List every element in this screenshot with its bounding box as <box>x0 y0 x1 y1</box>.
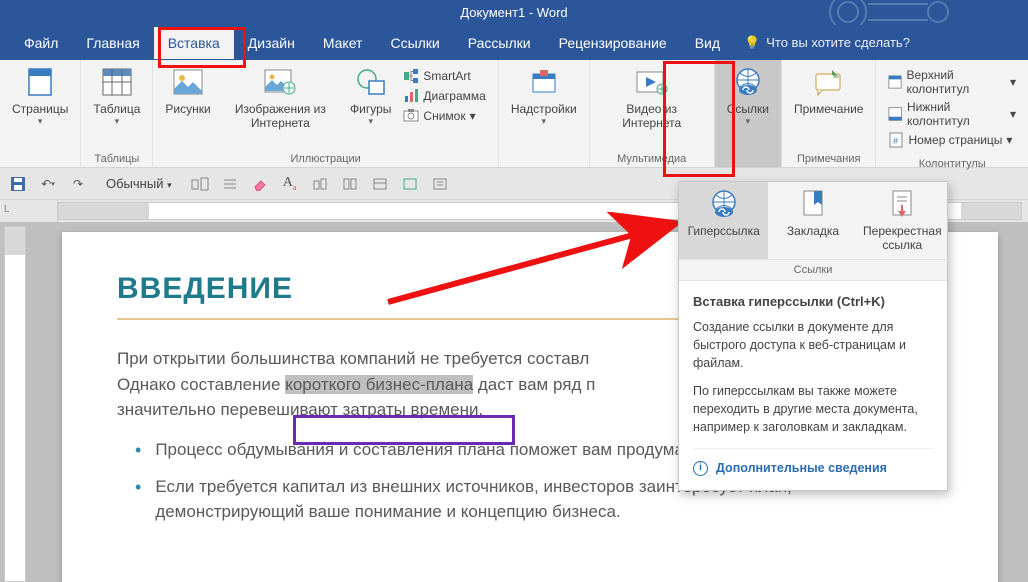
qat-btn-7[interactable] <box>430 174 450 194</box>
links-dropdown: Гиперссылка Закладка Перекрестная ссылка… <box>678 181 948 491</box>
bookmark-button[interactable]: Закладка <box>768 182 857 259</box>
more-info-link[interactable]: i Дополнительные сведения <box>693 448 933 477</box>
tooltip: Вставка гиперссылки (Ctrl+K) Создание сс… <box>679 281 947 490</box>
redo-button[interactable]: ↷ <box>68 174 88 194</box>
links-group-label: Ссылки <box>679 260 947 281</box>
bulb-icon: 💡 <box>744 35 760 51</box>
qat-btn-5[interactable] <box>370 174 390 194</box>
chevron-down-icon: ▾ <box>470 109 476 123</box>
qat-btn-4[interactable] <box>340 174 360 194</box>
group-tables: Таблица ▾ Таблицы <box>81 60 153 167</box>
globe-link-icon <box>732 66 764 98</box>
online-pictures-button[interactable]: Изображения из Интернета <box>217 62 344 135</box>
pictures-button[interactable]: Рисунки <box>159 62 216 120</box>
table-button[interactable]: Таблица ▾ <box>87 62 146 131</box>
group-headerfooter: Верхний колонтитул▾ Нижний колонтитул▾ #… <box>876 60 1028 167</box>
online-picture-icon <box>264 66 296 98</box>
smartart-icon <box>403 68 419 84</box>
pagenum-button[interactable]: # Номер страницы▾ <box>884 130 1020 150</box>
group-links: Ссылки ▾ <box>715 60 782 167</box>
header-icon <box>888 74 902 90</box>
tooltip-text: По гиперссылкам вы также можете переходи… <box>693 382 933 436</box>
tell-me[interactable]: 💡 Что вы хотите сделать? <box>744 35 910 51</box>
tab-review[interactable]: Рецензирование <box>545 27 681 59</box>
chevron-down-icon: ▾ <box>368 116 373 127</box>
tooltip-text: Создание ссылки в документе для быстрого… <box>693 318 933 372</box>
chevron-down-icon: ▾ <box>115 116 120 127</box>
links-button[interactable]: Ссылки ▾ <box>721 62 775 131</box>
tab-references[interactable]: Ссылки <box>376 27 453 59</box>
globe-link-icon <box>708 188 740 220</box>
bullet-dot-icon: • <box>135 474 141 525</box>
chevron-down-icon: ▾ <box>541 116 546 127</box>
pages-button[interactable]: Страницы ▾ <box>6 62 74 131</box>
qat-btn-1[interactable] <box>190 174 210 194</box>
addins-button[interactable]: Надстройки ▾ <box>505 62 583 131</box>
style-selector[interactable]: Обычный ▾ <box>98 176 180 191</box>
qat-btn-6[interactable] <box>400 174 420 194</box>
tab-design[interactable]: Дизайн <box>234 27 309 59</box>
tab-mailings[interactable]: Рассылки <box>454 27 545 59</box>
crossref-icon <box>886 188 918 220</box>
group-pages: Страницы ▾ <box>0 60 81 167</box>
video-icon <box>636 66 668 98</box>
chevron-down-icon: ▾ <box>1006 133 1012 147</box>
footer-icon <box>888 106 902 122</box>
bullet-dot-icon: • <box>135 437 141 464</box>
tab-insert[interactable]: Вставка <box>154 27 234 59</box>
undo-button[interactable]: ↶▾ <box>38 174 58 194</box>
chevron-down-icon: ▾ <box>1010 75 1016 89</box>
tab-file[interactable]: Файл <box>10 27 72 59</box>
decorative-graphic <box>808 0 988 25</box>
tab-home[interactable]: Главная <box>72 27 153 59</box>
chevron-down-icon: ▾ <box>746 116 751 127</box>
addins-icon <box>528 66 560 98</box>
chart-icon <box>403 88 419 104</box>
pagenum-icon: # <box>888 132 904 148</box>
tab-layout[interactable]: Макет <box>309 27 377 59</box>
selected-text: короткого бизнес-плана <box>285 375 473 394</box>
ribbon: Страницы ▾ Таблица ▾ Таблицы Рисунки Изо… <box>0 60 1028 168</box>
table-icon <box>101 66 133 98</box>
qat-btn-3[interactable] <box>310 174 330 194</box>
bookmark-icon <box>797 188 829 220</box>
chart-button[interactable]: Диаграмма <box>399 86 489 106</box>
tooltip-title: Вставка гиперссылки (Ctrl+K) <box>693 293 933 312</box>
chevron-down-icon: ▾ <box>38 116 43 127</box>
crossref-button[interactable]: Перекрестная ссылка <box>858 182 947 259</box>
vertical-ruler[interactable] <box>4 226 26 582</box>
screenshot-icon <box>403 108 419 124</box>
shapes-icon <box>355 66 387 98</box>
shapes-button[interactable]: Фигуры ▾ <box>344 62 397 131</box>
info-icon: i <box>693 461 708 476</box>
group-media: Видео из Интернета Мультимедиа <box>590 60 715 167</box>
online-video-button[interactable]: Видео из Интернета <box>596 62 708 135</box>
eraser-button[interactable] <box>250 174 270 194</box>
smartart-button[interactable]: SmartArt <box>399 66 489 86</box>
group-comments: Примечание Примечания <box>782 60 876 167</box>
save-button[interactable] <box>8 174 28 194</box>
group-illustrations: Рисунки Изображения из Интернета Фигуры … <box>153 60 498 167</box>
ruler-corner: L <box>0 200 58 222</box>
tell-me-text: Что вы хотите сделать? <box>766 35 910 50</box>
comment-icon <box>813 66 845 98</box>
tab-view[interactable]: Вид <box>681 27 734 59</box>
svg-text:#: # <box>893 136 898 146</box>
group-addins: Надстройки ▾ <box>499 60 590 167</box>
title-bar: Документ1 - Word <box>0 0 1028 25</box>
screenshot-button[interactable]: Снимок▾ <box>399 106 489 126</box>
qat-btn-2[interactable] <box>220 174 240 194</box>
font-button[interactable]: Aa <box>280 174 300 194</box>
page-icon <box>24 66 56 98</box>
hyperlink-button[interactable]: Гиперссылка <box>679 182 768 259</box>
comment-button[interactable]: Примечание <box>788 62 869 120</box>
header-button[interactable]: Верхний колонтитул▾ <box>884 66 1020 98</box>
chevron-down-icon: ▾ <box>1010 107 1016 121</box>
menu-bar: Файл Главная Вставка Дизайн Макет Ссылки… <box>0 25 1028 60</box>
picture-icon <box>172 66 204 98</box>
footer-button[interactable]: Нижний колонтитул▾ <box>884 98 1020 130</box>
window-title: Документ1 - Word <box>460 5 567 20</box>
